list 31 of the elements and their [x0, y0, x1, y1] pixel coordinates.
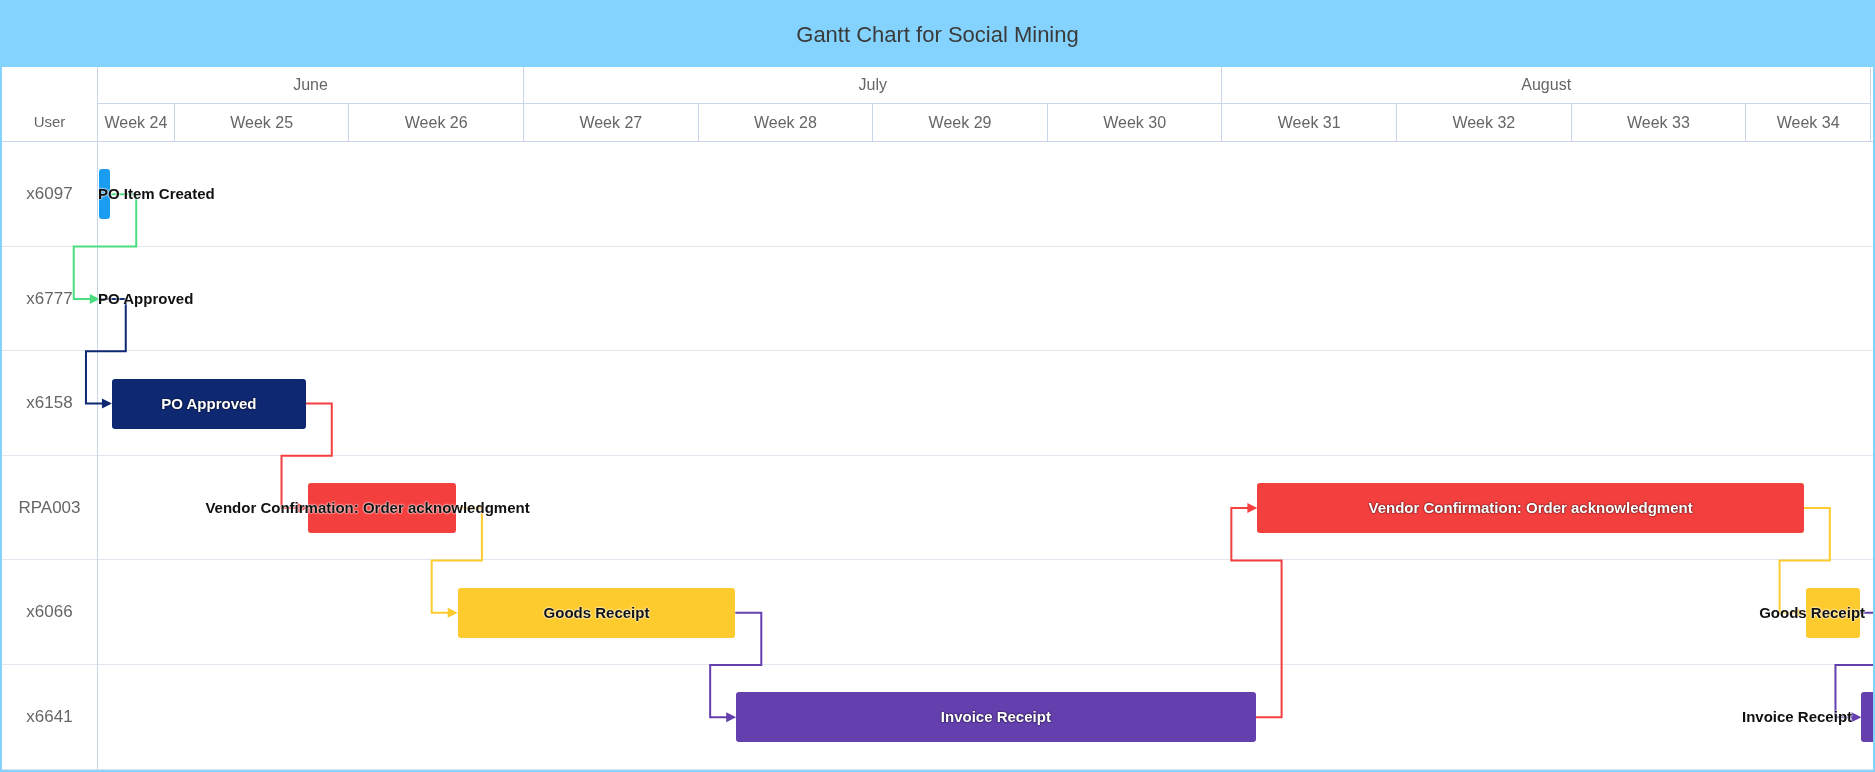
- week-header: Week 34: [1746, 104, 1871, 142]
- task-label: PO Item Created: [98, 184, 215, 205]
- user-label: RPA003: [18, 496, 81, 519]
- week-header: Week 33: [1571, 104, 1747, 142]
- task-bar[interactable]: [736, 692, 1256, 743]
- task-label: Vendor Confirmation: Order acknowledgment: [1367, 498, 1694, 519]
- task-label: PO Approved: [160, 393, 258, 414]
- week-header: Week 32: [1397, 104, 1572, 142]
- week-header: Week 28: [698, 104, 874, 142]
- week-header: Week 27: [524, 104, 699, 142]
- week-header: Week 29: [873, 104, 1048, 142]
- user-label: x6066: [26, 601, 73, 624]
- user-label: x6158: [26, 392, 73, 415]
- user-label: x6641: [26, 706, 73, 728]
- week-header: Week 24: [98, 104, 175, 142]
- task-label: Invoice Receipt: [939, 707, 1052, 728]
- user-label: x6097: [26, 183, 73, 206]
- task-bar[interactable]: [111, 378, 306, 429]
- week-header: Week 25: [174, 104, 350, 142]
- week-header: Week 30: [1047, 104, 1223, 142]
- chart-title: Gantt Chart for Social Mining: [796, 21, 1079, 49]
- week-header: Week 31: [1222, 104, 1397, 142]
- column-header: User: [33, 111, 66, 132]
- user-label: x6777: [26, 287, 73, 310]
- task-label: Invoice Receipt: [1742, 707, 1853, 728]
- week-header: Week 26: [349, 104, 524, 142]
- month-header: July: [524, 67, 1223, 104]
- month-header: June: [98, 67, 524, 104]
- task-bar[interactable]: [457, 587, 736, 638]
- task-label: Goods Receipt: [542, 602, 651, 623]
- month-header: August: [1222, 67, 1871, 104]
